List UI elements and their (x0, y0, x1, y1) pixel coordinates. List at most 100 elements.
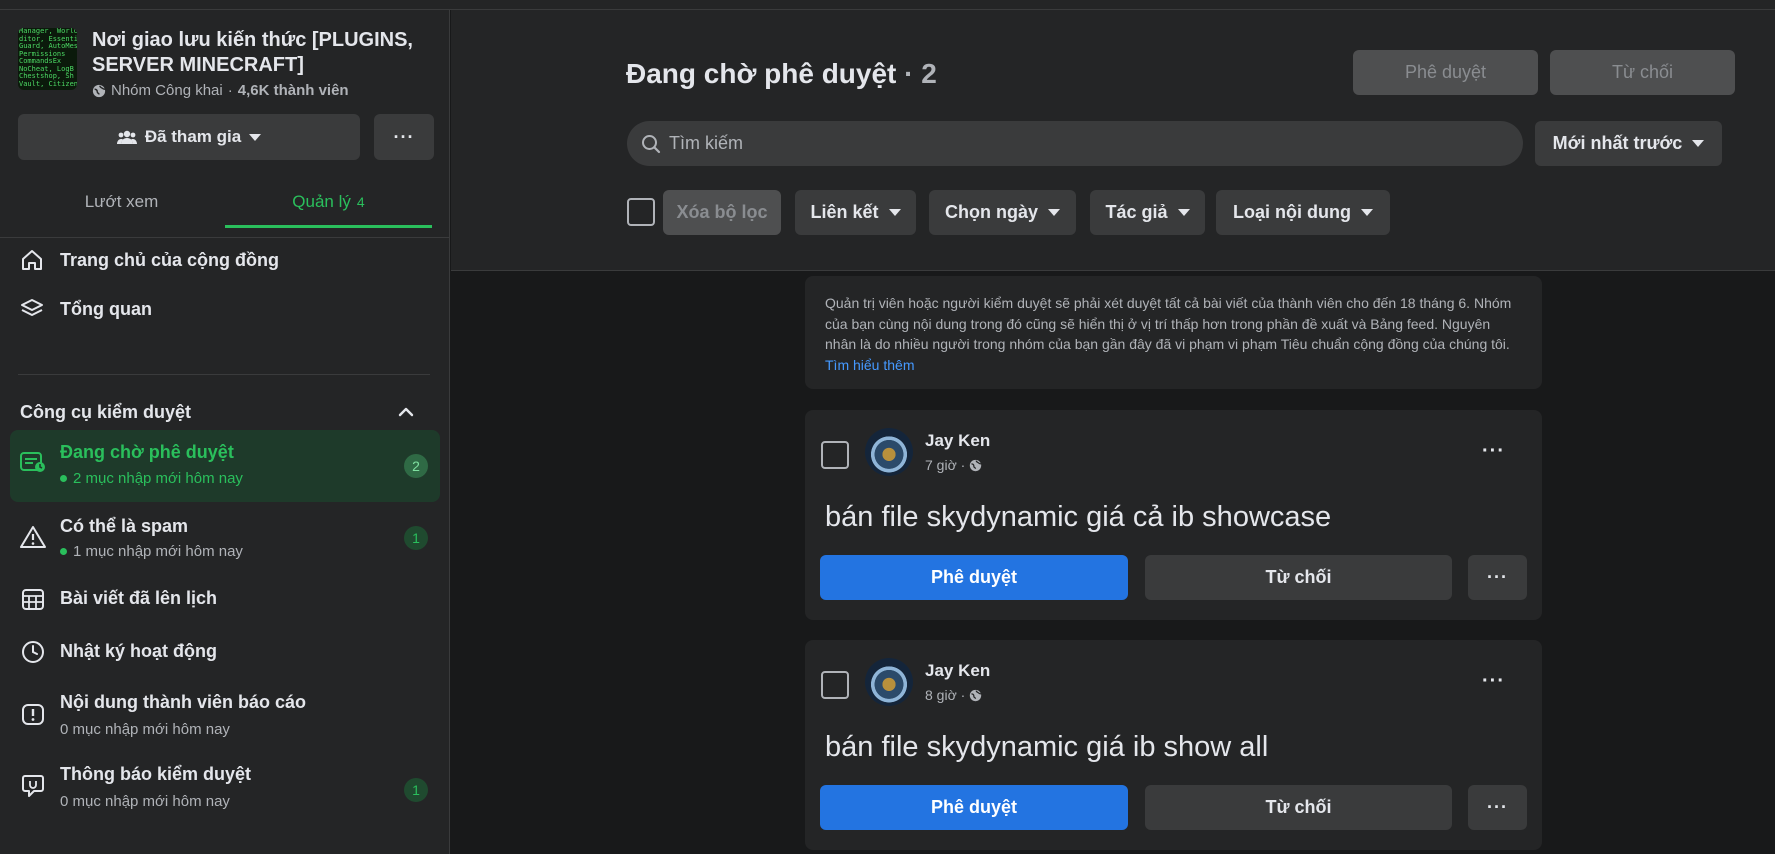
sidebar-item-label: Trang chủ của cộng đồng (60, 249, 280, 270)
filter-author[interactable]: Tác giả (1090, 190, 1205, 235)
group-header: Manager, WorldE ditor, Essentials Guard,… (18, 28, 432, 99)
sidebar-item-pending-posts[interactable]: Đang chờ phê duyệt 2 mục nhập mới hôm na… (10, 430, 440, 502)
count-badge: 1 (404, 526, 428, 550)
sort-label: Mới nhất trước (1552, 133, 1683, 153)
post-more-actions-button[interactable]: ··· (1468, 785, 1527, 830)
filter-label: Chọn ngày (945, 202, 1038, 222)
pending-post-card: Jay Ken 8 giờ · ··· bán file skydynamic … (805, 640, 1542, 850)
post-select-checkbox[interactable] (821, 441, 849, 469)
joined-button[interactable]: Đã tham gia (18, 114, 360, 160)
tab-manage-label: Quản lý (292, 192, 351, 211)
sidebar-item-label: Thông báo kiểm duyệt (60, 764, 252, 784)
approve-button[interactable]: Phê duyệt (820, 785, 1128, 830)
filter-link[interactable]: Liên kết (795, 190, 916, 235)
chevron-down-icon (249, 133, 262, 141)
page-title-text: Đang chờ phê duyệt (626, 58, 897, 89)
search-input[interactable] (669, 133, 1489, 154)
tab-manage[interactable]: Quản lý 4 (225, 176, 432, 228)
search-bar[interactable] (627, 121, 1523, 166)
group-members[interactable]: 4,6K thành viên (238, 82, 349, 99)
search-icon (642, 134, 661, 153)
reject-button[interactable]: Từ chối (1145, 555, 1452, 600)
top-bar (0, 0, 1775, 10)
clear-filters-button[interactable]: Xóa bộ lọc (663, 190, 781, 235)
post-text: bán file skydynamic giá ib show all (825, 731, 1269, 763)
report-icon (19, 701, 47, 729)
globe-icon (92, 84, 106, 97)
approve-button[interactable]: Phê duyệt (820, 555, 1128, 600)
sidebar-item-activity-log[interactable]: Nhật ký hoạt động (10, 630, 440, 674)
bulk-reject-button[interactable]: Từ chối (1550, 50, 1735, 95)
sidebar-item-label: Tổng quan (60, 298, 152, 319)
post-time-text[interactable]: 8 giờ · (925, 687, 965, 703)
sidebar-item-community-home[interactable]: Trang chủ của cộng đồng (18, 246, 432, 274)
sidebar-tabs: Lướt xem Quản lý 4 (18, 176, 432, 228)
page-title: Đang chờ phê duyệt · 2 (626, 58, 937, 90)
sub-text: 2 mục nhập mới hôm nay (73, 470, 243, 487)
post-options-button[interactable]: ··· (1482, 440, 1505, 463)
sidebar-item-subtitle: 2 mục nhập mới hôm nay (60, 470, 243, 487)
avatar[interactable] (865, 658, 913, 706)
learn-more-link[interactable]: Tìm hiểu thêm (825, 357, 914, 373)
sub-text: 1 mục nhập mới hôm nay (73, 543, 243, 560)
group-more-button[interactable]: ··· (374, 114, 434, 160)
sidebar-item-moderation-alerts[interactable]: Thông báo kiểm duyệt 0 mục nhập mới hôm … (10, 756, 440, 818)
chevron-down-icon (1177, 209, 1190, 216)
group-meta: Nhóm Công khai · 4,6K thành viên (92, 82, 432, 99)
chevron-up-icon[interactable] (396, 402, 416, 422)
post-time: 7 giờ · (925, 457, 982, 473)
post-time-text[interactable]: 7 giờ · (925, 457, 965, 473)
post-author[interactable]: Jay Ken (925, 661, 990, 681)
chevron-down-icon (1360, 209, 1373, 216)
divider (18, 374, 430, 375)
sidebar-item-label: Nhật ký hoạt động (60, 641, 217, 661)
post-author[interactable]: Jay Ken (925, 431, 990, 451)
sidebar-item-subtitle: 0 mục nhập mới hôm nay (60, 721, 230, 738)
divider (0, 237, 449, 238)
post-options-button[interactable]: ··· (1482, 670, 1505, 693)
avatar[interactable] (865, 428, 913, 476)
post-time: 8 giờ · (925, 687, 982, 703)
new-dot (60, 475, 67, 482)
pending-header: Đang chờ phê duyệt · 2 Phê duyệt Từ chối… (451, 10, 1775, 271)
meta-separator: · (227, 82, 233, 99)
group-thumbnail[interactable]: Manager, WorldE ditor, Essentials Guard,… (18, 28, 77, 90)
warning-icon (19, 523, 47, 551)
reject-button[interactable]: Từ chối (1145, 785, 1452, 830)
pending-post-card: Jay Ken 7 giờ · ··· bán file skydynamic … (805, 410, 1542, 620)
sidebar-item-overview[interactable]: Tổng quan (18, 295, 432, 323)
post-select-checkbox[interactable] (821, 671, 849, 699)
sidebar-item-label: Nội dung thành viên báo cáo (60, 692, 307, 712)
sidebar-item-label: Có thể là spam (60, 516, 189, 536)
filter-label: Tác giả (1105, 202, 1168, 222)
count-badge: 1 (404, 778, 428, 802)
layers-icon (18, 295, 46, 323)
sidebar-item-member-reported[interactable]: Nội dung thành viên báo cáo 0 mục nhập m… (10, 684, 440, 746)
sort-dropdown[interactable]: Mới nhất trước (1535, 121, 1722, 166)
members-icon (116, 130, 137, 144)
calendar-icon (19, 585, 47, 613)
group-name[interactable]: Nơi giao lưu kiến thức [PLUGINS, SERVER … (92, 28, 432, 78)
sidebar-item-subtitle: 1 mục nhập mới hôm nay (60, 543, 243, 560)
filter-content-type[interactable]: Loại nội dung (1216, 190, 1390, 235)
post-more-actions-button[interactable]: ··· (1468, 555, 1527, 600)
select-all-checkbox[interactable] (627, 198, 655, 226)
sidebar-item-label: Đang chờ phê duyệt (60, 442, 234, 462)
group-privacy: Nhóm Công khai (111, 82, 223, 99)
joined-button-label: Đã tham gia (144, 127, 242, 146)
chevron-down-icon (1048, 209, 1060, 216)
sidebar-item-scheduled-posts[interactable]: Bài viết đã lên lịch (10, 577, 440, 621)
bulk-approve-button[interactable]: Phê duyệt (1353, 50, 1538, 95)
moderation-alert-icon (19, 772, 47, 800)
tab-manage-count: 4 (356, 194, 365, 210)
pending-posts-icon (19, 448, 47, 476)
filter-date[interactable]: Chọn ngày (929, 190, 1076, 235)
tab-browse[interactable]: Lướt xem (18, 176, 225, 228)
chevron-down-icon (1692, 140, 1705, 147)
filter-label: Liên kết (810, 202, 879, 222)
sidebar: Manager, WorldE ditor, Essentials Guard,… (0, 10, 450, 854)
sidebar-item-label: Bài viết đã lên lịch (60, 588, 218, 608)
post-text: bán file skydynamic giá cả ib showcase (825, 501, 1332, 533)
sidebar-item-possible-spam[interactable]: Có thể là spam 1 mục nhập mới hôm nay 1 (10, 507, 440, 569)
clock-icon (19, 638, 47, 666)
